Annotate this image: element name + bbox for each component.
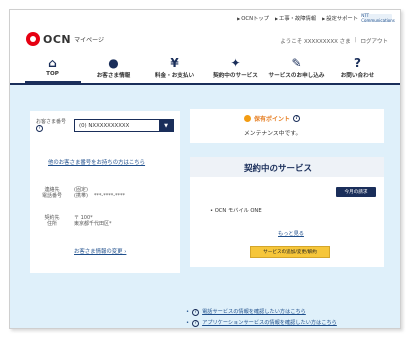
separator: | bbox=[354, 37, 357, 43]
document-icon: ✎ bbox=[291, 56, 302, 70]
home-icon: ⌂ bbox=[48, 56, 57, 70]
footer-links: • ? 電話サービスの情報を確認したい方はこちら • ? アプリケーションサービスの… bbox=[186, 307, 337, 328]
ocn-logo[interactable]: OCN マイページ bbox=[26, 32, 104, 46]
main-nav: ⌂ TOP ● お客さま情報 ¥ 料金・お支払い ✦ 契約中のサービス ✎ サービスのお申… bbox=[10, 53, 400, 83]
help-icon[interactable]: ? bbox=[293, 115, 301, 122]
ocn-mark-icon bbox=[26, 32, 40, 46]
nav-customer-info[interactable]: ● お客さま情報 bbox=[86, 57, 142, 83]
change-label: お客さま情報の変更 bbox=[74, 249, 123, 255]
help-icon: ? bbox=[192, 309, 200, 316]
util-construction[interactable]: ▶ 工事・故障情報 bbox=[274, 14, 317, 23]
nav-billing[interactable]: ¥ 料金・お支払い bbox=[147, 57, 203, 83]
contact-type: (固定) (携帯) bbox=[74, 187, 88, 199]
app-service-text: アプリケーションサービスの情報を確認したい方はこちら bbox=[202, 320, 337, 326]
app-service-link[interactable]: • ? アプリケーションサービスの情報を確認したい方はこちら bbox=[186, 318, 337, 328]
points-title: 保有ポイント? bbox=[244, 114, 301, 123]
monthly-billing-button[interactable]: 今月の請求 bbox=[336, 187, 376, 197]
wallet-icon: ¥ bbox=[170, 56, 179, 70]
help-icon[interactable]: ? bbox=[36, 125, 43, 132]
welcome-area: ようこそ XXXXXXXXX さま | ログアウト bbox=[280, 37, 388, 45]
other-number-link[interactable]: 他のお客さま番号をお持ちの方はこちら bbox=[48, 158, 145, 166]
util-label: OCNトップ bbox=[241, 16, 269, 22]
service-change-button[interactable]: サービスの追加/変更/解約 bbox=[250, 246, 330, 258]
triangle-icon: ▶ bbox=[237, 15, 241, 21]
services-card: 契約中のサービス 今月の請求 • OCN モバイル ONE もっと見る サービス… bbox=[190, 157, 384, 267]
nav-contact[interactable]: ? お問い合わせ bbox=[330, 57, 386, 83]
customer-number-label: お客さま番号? bbox=[36, 119, 66, 132]
nav-top[interactable]: ⌂ TOP bbox=[24, 56, 81, 83]
monthly-billing-label: 今月の請求 bbox=[344, 190, 368, 195]
more-link[interactable]: もっと見る bbox=[278, 230, 304, 237]
triangle-icon: ▶ bbox=[274, 15, 279, 21]
question-icon: ? bbox=[354, 56, 361, 70]
brand-text: OCN bbox=[43, 32, 72, 46]
service-item: • OCN モバイル ONE bbox=[210, 208, 262, 214]
user-icon: ● bbox=[108, 56, 119, 70]
nav-label: お問い合わせ bbox=[340, 73, 375, 79]
browser-frame: ▶ OCNトップ ▶ 工事・故障情報 ▶ 設定サポート NTT Communicati… bbox=[9, 9, 401, 329]
nav-label: 料金・お支払い bbox=[154, 73, 195, 79]
nav-apply[interactable]: ✎ サービスのお申し込み bbox=[269, 57, 325, 83]
services-title: 契約中のサービス bbox=[190, 157, 384, 177]
phone-service-link[interactable]: • ? 電話サービスの情報を確認したい方はこちら bbox=[186, 307, 337, 318]
content-area: お客さま番号? (0) NXXXXXXXXXX ▼ 他のお客さま番号をお持ちの方… bbox=[10, 85, 400, 328]
service-name: OCN モバイル ONE bbox=[214, 208, 262, 214]
handshake-icon: ✦ bbox=[230, 56, 241, 70]
customer-number-value: (0) NXXXXXXXXXX bbox=[79, 122, 130, 129]
address-value: 〒 100* 東京都千代田区* bbox=[74, 215, 112, 227]
nav-label: サービスのお申し込み bbox=[268, 73, 325, 79]
phone-service-text: 電話サービスの情報を確認したい方はこちら bbox=[202, 309, 306, 315]
nav-label: TOP bbox=[46, 71, 59, 77]
points-card: 保有ポイント? メンテナンス中です。 bbox=[190, 109, 384, 143]
maintenance-message: メンテナンス中です。 bbox=[244, 131, 302, 137]
utility-bar: ▶ OCNトップ ▶ 工事・故障情報 ▶ 設定サポート NTT Communicati… bbox=[237, 13, 395, 23]
triangle-icon: ▶ bbox=[322, 15, 326, 21]
nav-contracted-services[interactable]: ✦ 契約中のサービス bbox=[208, 57, 264, 83]
points-icon bbox=[244, 115, 251, 122]
util-label: 設定サポート bbox=[326, 16, 358, 22]
customer-number-select[interactable]: (0) NXXXXXXXXXX ▼ bbox=[74, 119, 174, 132]
contact-row: 連絡先 電話番号 (固定) (携帯) ***-****-**** bbox=[36, 187, 125, 199]
nav-label: 契約中のサービス bbox=[213, 73, 258, 79]
help-icon: ? bbox=[192, 320, 200, 327]
ntt-logo: NTT Communications bbox=[361, 13, 395, 23]
contact-value: ***-****-**** bbox=[93, 193, 126, 199]
points-title-text: 保有ポイント bbox=[254, 116, 291, 123]
welcome-text: ようこそ XXXXXXXXX さま bbox=[280, 39, 351, 45]
logout-link[interactable]: ログアウト bbox=[360, 37, 388, 45]
customer-card: お客さま番号? (0) NXXXXXXXXXX ▼ 他のお客さま番号をお持ちの方… bbox=[30, 111, 180, 273]
chevron-down-icon[interactable]: ▼ bbox=[159, 120, 173, 131]
service-change-label: サービスの追加/変更/解約 bbox=[263, 250, 317, 255]
address-key: 契約先 住所 bbox=[44, 215, 60, 227]
util-ocn-top[interactable]: ▶ OCNトップ bbox=[237, 14, 269, 23]
util-support[interactable]: ▶ 設定サポート bbox=[322, 14, 358, 23]
util-label: 工事・故障情報 bbox=[279, 16, 317, 22]
mypage-text: マイページ bbox=[74, 36, 105, 44]
nav-label: お客さま情報 bbox=[96, 73, 131, 79]
contact-key: 連絡先 電話番号 bbox=[41, 187, 62, 199]
address-row: 契約先 住所 〒 100* 東京都千代田区* bbox=[36, 215, 112, 227]
change-customer-info-link[interactable]: お客さま情報の変更 › bbox=[74, 247, 126, 255]
